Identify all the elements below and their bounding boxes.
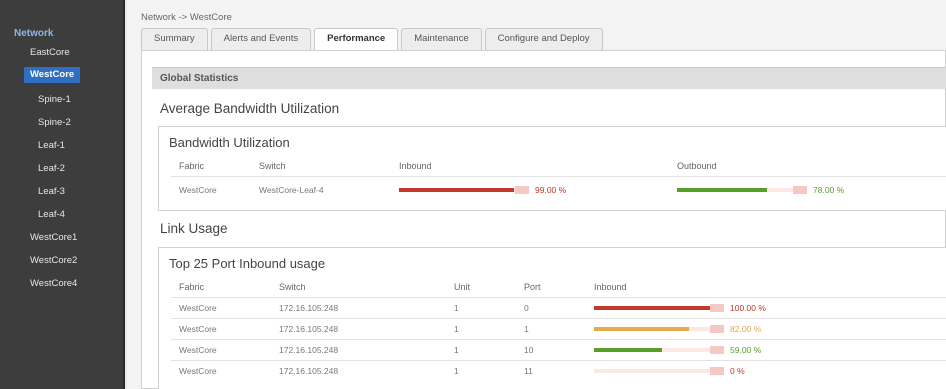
col-inbound: Inbound: [399, 161, 432, 171]
row-unit: 1: [454, 303, 459, 313]
col-fabric: Fabric: [179, 282, 205, 292]
tab-configure-and-deploy[interactable]: Configure and Deploy: [484, 28, 603, 50]
tab-summary[interactable]: Summary: [141, 28, 208, 50]
outbound-bar-fill: [677, 188, 768, 192]
row-inbound-percent: 0 %: [730, 366, 745, 376]
inbound-bar-fill: [399, 188, 514, 192]
inbound-bar-end: [515, 186, 529, 194]
row-port: 1: [524, 324, 529, 334]
row-unit: 1: [454, 366, 459, 376]
row-fabric: WestCore: [179, 303, 217, 313]
port-box-title: Top 25 Port Inbound usage: [169, 256, 326, 271]
tab-maintenance[interactable]: Maintenance: [401, 28, 482, 50]
tab-performance[interactable]: Performance: [314, 28, 399, 51]
inbound-bar-end: [710, 367, 724, 375]
inbound-percent: 99.00 %: [535, 185, 567, 195]
row-switch: 172.16.105.248: [279, 345, 339, 355]
row-port: 10: [524, 345, 534, 355]
row-port: 11: [524, 366, 533, 376]
bandwidth-utilization-box: Bandwidth Utilization Fabric Switch Inbo…: [158, 126, 946, 211]
inbound-bar-fill: [594, 306, 710, 310]
row-divider: [171, 176, 946, 177]
global-statistics-header: Global Statistics: [152, 67, 946, 89]
col-unit: Unit: [454, 282, 471, 292]
link-usage-heading: Link Usage: [160, 221, 228, 236]
inbound-bar-fill: [594, 348, 663, 352]
sidebar-item-westcore[interactable]: WestCore: [24, 67, 81, 83]
inbound-bar: [399, 186, 529, 194]
port-usage-box: Top 25 Port Inbound usage Fabric Switch …: [158, 247, 946, 389]
row-switch: 172.16.105.248: [279, 366, 339, 376]
col-fabric: Fabric: [179, 161, 205, 171]
inbound-bar-end: [710, 325, 724, 333]
inbound-bar-end: [710, 304, 724, 312]
row-switch: 172.16.105.248: [279, 324, 339, 334]
sidebar: Network EastCore WestCore Spine-1 Spine-…: [0, 0, 125, 389]
col-switch: Switch: [279, 282, 306, 292]
tab-alerts-and-events[interactable]: Alerts and Events: [210, 28, 312, 50]
avg-bandwidth-heading: Average Bandwidth Utilization: [160, 101, 340, 116]
outbound-bar-end: [793, 186, 807, 194]
main-area: Network -> WestCore Summary Alerts and E…: [127, 0, 946, 389]
row-inbound-percent: 59.00 %: [730, 345, 762, 355]
tab-bar: Summary Alerts and Events Performance Ma…: [141, 28, 606, 51]
inbound-bar: [594, 346, 724, 354]
bandwidth-box-title: Bandwidth Utilization: [169, 135, 290, 150]
outbound-bar: [677, 186, 807, 194]
inbound-bar-end: [710, 346, 724, 354]
sidebar-item-leaf-3[interactable]: Leaf-3: [38, 184, 65, 200]
inbound-bar: [594, 304, 724, 312]
row-fabric: WestCore: [179, 345, 217, 355]
sidebar-item-leaf-4[interactable]: Leaf-4: [38, 207, 65, 223]
bw-row-switch: WestCore-Leaf-4: [259, 185, 324, 195]
sidebar-root-network[interactable]: Network: [14, 28, 53, 39]
inbound-bar: [594, 367, 724, 375]
sidebar-item-spine-2[interactable]: Spine-2: [38, 115, 71, 131]
outbound-percent: 78.00 %: [813, 185, 845, 195]
col-outbound: Outbound: [677, 161, 717, 171]
row-port: 0: [524, 303, 529, 313]
row-fabric: WestCore: [179, 366, 217, 376]
sidebar-item-leaf-2[interactable]: Leaf-2: [38, 161, 65, 177]
sidebar-item-leaf-1[interactable]: Leaf-1: [38, 138, 65, 154]
col-switch: Switch: [259, 161, 286, 171]
sidebar-item-spine-1[interactable]: Spine-1: [38, 92, 71, 108]
sidebar-item-westcore4[interactable]: WestCore4: [30, 276, 77, 292]
row-inbound-percent: 100.00 %: [730, 303, 766, 313]
bw-row-fabric: WestCore: [179, 185, 217, 195]
row-fabric: WestCore: [179, 324, 217, 334]
inbound-bar-fill: [594, 327, 690, 331]
inbound-bar: [594, 325, 724, 333]
sidebar-item-westcore1[interactable]: WestCore1: [30, 230, 77, 246]
sidebar-item-westcore2[interactable]: WestCore2: [30, 253, 77, 269]
performance-panel: Global Statistics Average Bandwidth Util…: [141, 50, 946, 389]
row-unit: 1: [454, 345, 459, 355]
col-inbound: Inbound: [594, 282, 627, 292]
col-port: Port: [524, 282, 541, 292]
row-unit: 1: [454, 324, 459, 334]
sidebar-item-eastcore[interactable]: EastCore: [30, 45, 70, 61]
row-switch: 172.16.105.248: [279, 303, 339, 313]
row-inbound-percent: 82.00 %: [730, 324, 762, 334]
breadcrumb: Network -> WestCore: [141, 12, 232, 23]
